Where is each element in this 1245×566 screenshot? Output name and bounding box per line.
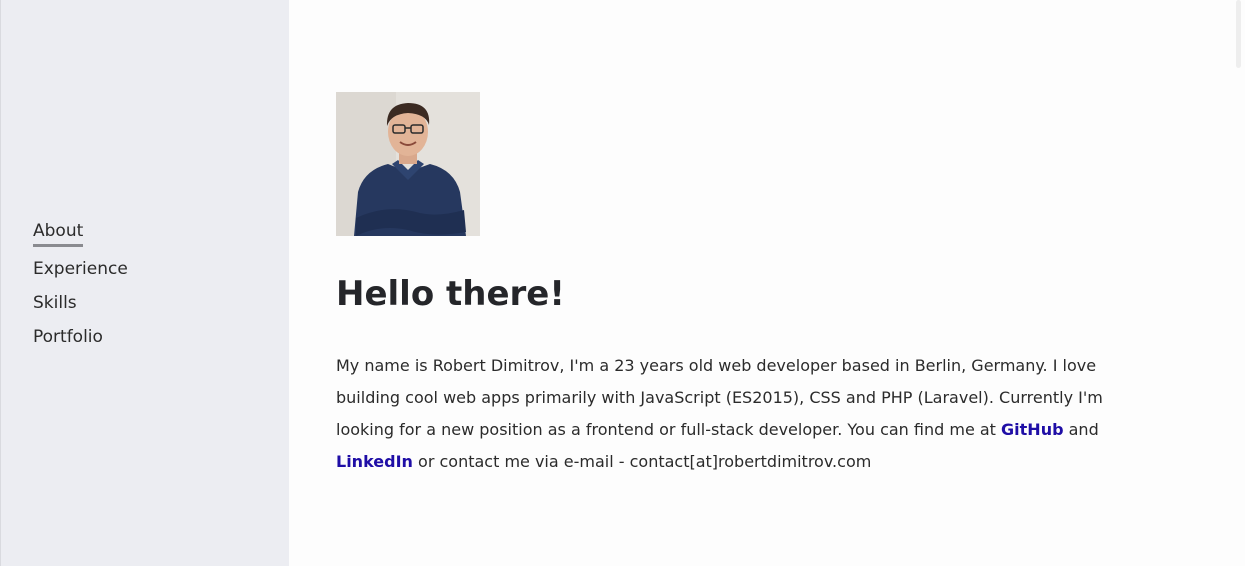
main-content: Hello there! My name is Robert Dimitrov,… xyxy=(336,92,1126,478)
page-title: Hello there! xyxy=(336,274,565,314)
nav-item-skills[interactable]: Skills xyxy=(33,286,77,320)
nav-item-portfolio[interactable]: Portfolio xyxy=(33,320,103,354)
bio-text-3: or contact me via e-mail - contact[at]ro… xyxy=(412,452,872,471)
profile-photo-image xyxy=(336,92,480,236)
linkedin-link[interactable]: LinkedIn xyxy=(336,452,413,471)
scrollbar[interactable] xyxy=(1236,0,1241,68)
profile-photo xyxy=(336,92,480,236)
sidebar-nav: About Experience Skills Portfolio xyxy=(33,218,128,354)
sidebar: About Experience Skills Portfolio xyxy=(0,0,289,566)
nav-item-experience[interactable]: Experience xyxy=(33,252,128,286)
github-link[interactable]: GitHub xyxy=(1001,420,1064,439)
bio-paragraph: My name is Robert Dimitrov, I'm a 23 yea… xyxy=(336,350,1126,478)
bio-text-1: My name is Robert Dimitrov, I'm a 23 yea… xyxy=(336,356,1103,439)
nav-item-about[interactable]: About xyxy=(33,218,84,247)
bio-text-2: and xyxy=(1063,420,1099,439)
